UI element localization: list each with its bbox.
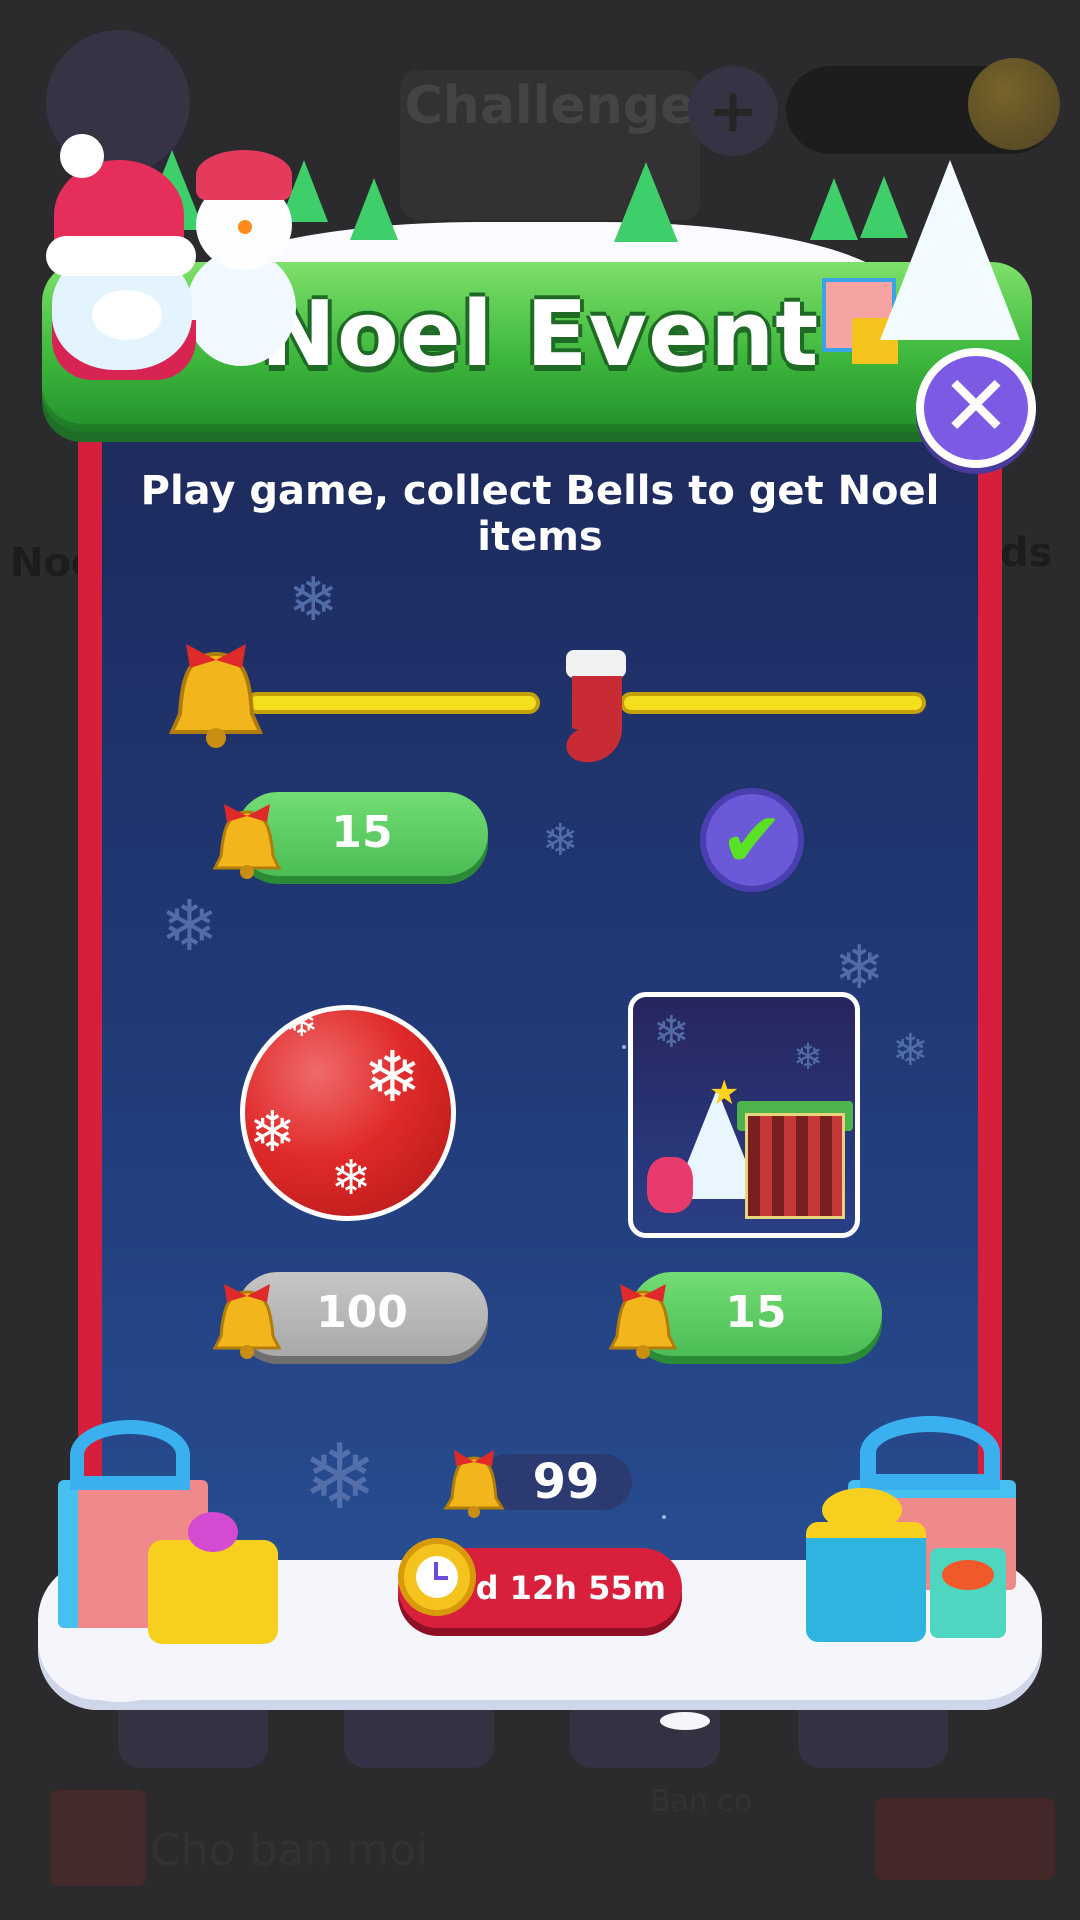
reward-1-cost: 15 [331, 807, 393, 858]
event-title: Noel Event [260, 282, 820, 387]
gift-icon [806, 1522, 926, 1642]
santa-hat-rim [46, 236, 196, 276]
snowflake-icon: ❄ [363, 1036, 422, 1118]
snowman-hat [196, 150, 292, 200]
snow-blob [920, 1668, 996, 1694]
tree-icon [810, 178, 858, 240]
gift-icon [745, 1113, 845, 1219]
challenge-title: Challenge [404, 76, 696, 136]
close-icon: ✕ [940, 357, 1012, 455]
bell-icon [212, 804, 282, 879]
tree-icon [350, 178, 398, 240]
progress-track-2 [620, 692, 926, 714]
snow-blob [80, 1672, 160, 1702]
gift-bow [860, 1416, 1000, 1490]
gift-bow [822, 1488, 902, 1532]
progress-track-1 [246, 692, 540, 714]
alarm-clock-icon [398, 1538, 476, 1616]
checkmark-icon: ✔ [720, 795, 784, 884]
event-subtitle: Play game, collect Bells to get Noel ite… [140, 468, 940, 560]
bell-icon [168, 644, 264, 748]
stocking-icon [566, 650, 626, 763]
reward-2-cost: 100 [316, 1287, 408, 1338]
bell-count: 99 [532, 1454, 600, 1510]
bottom-right-text: Ban co [650, 1784, 753, 1819]
plus-icon: + [688, 66, 778, 156]
gift-bow [942, 1560, 994, 1590]
snowflake-icon: ❄ [285, 1005, 319, 1046]
event-panel: ❄ ❄ ❄ ❄ ❄ ❄ [102, 395, 978, 1570]
santa-icon [647, 1157, 693, 1213]
red-ornament-ball[interactable]: ❄ ❄ ❄ ❄ [240, 1005, 456, 1221]
side-label-right: ds [1000, 530, 1053, 576]
snowflake-icon: ❄ [249, 1100, 296, 1165]
bell-icon [608, 1284, 678, 1359]
snowflake-icon: ❄ [288, 565, 339, 635]
bottom-text: Cho ban moi [150, 1825, 429, 1876]
snowy-tree-icon [880, 160, 1020, 340]
snowflake-icon: ❄ [331, 1150, 372, 1206]
star-icon: ★ [709, 1073, 740, 1113]
snowflake-icon: ❄ [542, 815, 579, 866]
close-button[interactable]: ✕ [916, 348, 1036, 468]
tree-icon [614, 162, 678, 242]
reward-3-cost: 15 [725, 1287, 787, 1338]
star-dot [662, 1515, 666, 1519]
bottom-left-button [50, 1790, 146, 1886]
snowflake-icon: ❄ [653, 1007, 690, 1058]
clock-hand [434, 1576, 448, 1580]
gift-bow [70, 1420, 190, 1490]
bell-icon [443, 1450, 505, 1518]
coin-icon [968, 58, 1060, 150]
bell-icon [212, 1284, 282, 1359]
snow-blob [660, 1712, 710, 1730]
christmas-scene-card[interactable]: ❄ ❄ ★ [628, 992, 860, 1238]
gift-icon [148, 1540, 278, 1644]
snowflake-icon: ❄ [793, 1037, 824, 1078]
snowflake-icon: ❄ [160, 885, 219, 967]
star-dot [622, 1045, 626, 1049]
snowflake-icon: ❄ [302, 1425, 378, 1530]
santa-hat-pom [60, 134, 104, 178]
santa-beard [92, 290, 162, 340]
bottom-right-button [875, 1798, 1055, 1880]
reward-claimed-button[interactable]: ✔ [700, 788, 804, 892]
snowflake-icon: ❄ [892, 1025, 929, 1076]
gift-bow [188, 1512, 238, 1552]
snowman-nose [238, 220, 252, 234]
